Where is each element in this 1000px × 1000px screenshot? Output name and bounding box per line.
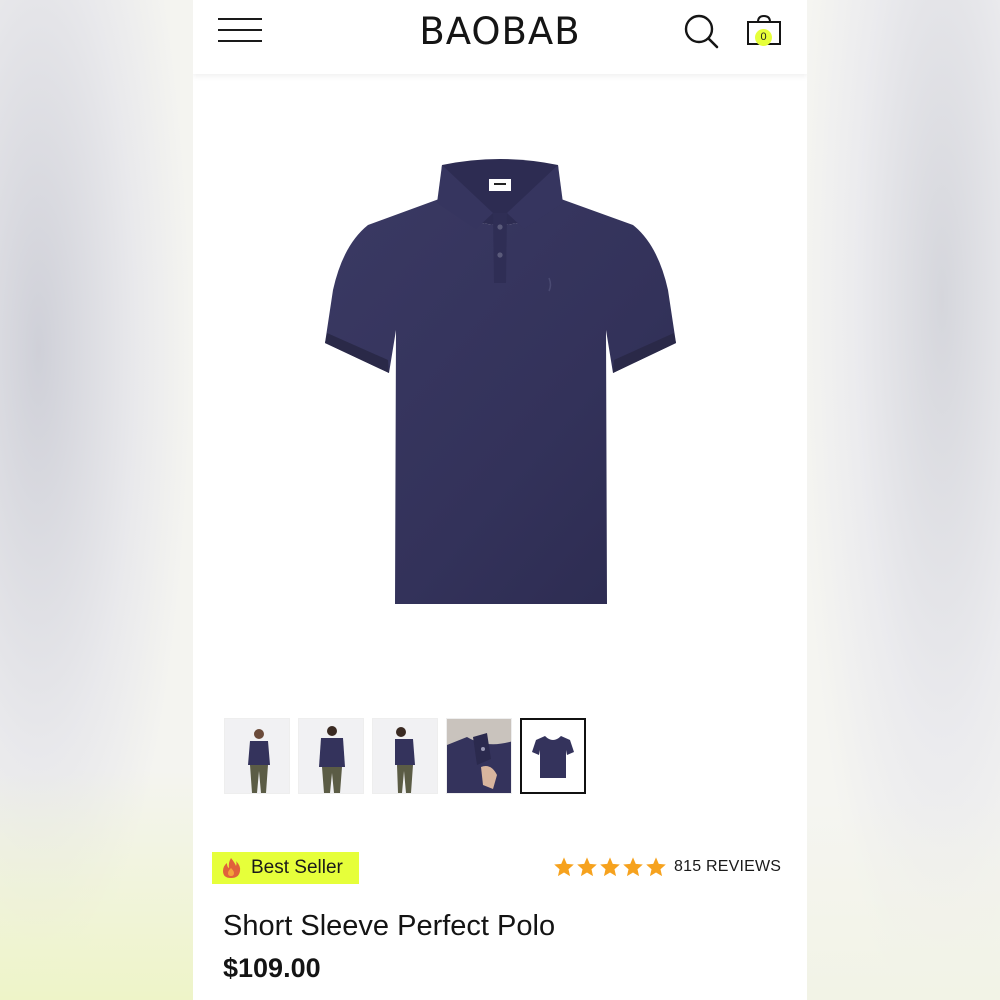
top-header: BAOBAB 0	[193, 0, 807, 74]
product-page: BAOBAB 0 Best Seller 815 REVIEWS Short S…	[193, 0, 807, 1000]
rating-summary[interactable]: 815 REVIEWS	[553, 856, 781, 878]
fire-icon	[223, 858, 241, 878]
star-icon	[623, 857, 643, 877]
search-icon	[684, 14, 719, 49]
product-price: $109.00	[223, 953, 321, 983]
detail-photo	[447, 719, 511, 793]
thumbnail-side-model[interactable]	[372, 718, 438, 794]
star-icon	[554, 857, 574, 877]
polo-shirt-image	[325, 159, 676, 604]
star-icon	[600, 857, 620, 877]
product-main-image[interactable]	[193, 75, 807, 695]
star-icon	[577, 857, 597, 877]
polo-shirt-thumbnail	[522, 720, 584, 792]
blurred-background-right	[807, 0, 1000, 1000]
model-photo	[373, 719, 437, 793]
search-button[interactable]	[683, 13, 721, 51]
thumbnail-front-model[interactable]	[224, 718, 290, 794]
thumbnail-gallery	[224, 718, 604, 796]
star-rating	[553, 856, 668, 878]
badge-label: Best Seller	[251, 857, 343, 878]
product-title: Short Sleeve Perfect Polo	[223, 910, 556, 942]
blurred-background-left	[0, 0, 193, 1000]
thumbnail-collar-detail[interactable]	[446, 718, 512, 794]
thumbnail-back-model[interactable]	[298, 718, 364, 794]
model-photo	[299, 719, 363, 793]
best-seller-badge: Best Seller	[212, 852, 359, 884]
cart-button[interactable]: 0	[745, 12, 785, 52]
review-count-link[interactable]: 815 REVIEWS	[674, 858, 781, 876]
cart-count-badge: 0	[755, 29, 772, 46]
model-photo	[225, 719, 289, 793]
star-icon	[646, 857, 666, 877]
thumbnail-flat-product[interactable]	[520, 718, 586, 794]
